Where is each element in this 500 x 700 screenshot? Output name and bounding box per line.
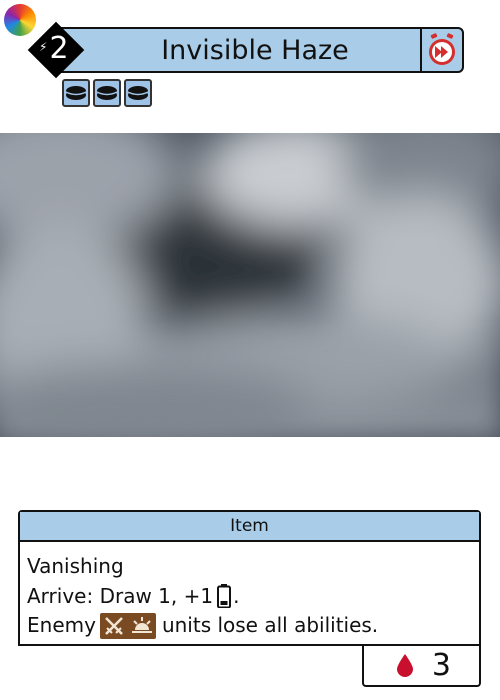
cost-value: 2	[49, 31, 69, 66]
rule-line-3: Enemy units lose all abilities.	[27, 611, 479, 641]
title-divider	[420, 29, 422, 71]
fast-forward-clock-icon[interactable]	[425, 33, 459, 67]
disc-token	[93, 79, 121, 107]
enemy-text: Enemy	[27, 613, 96, 637]
disc-icon	[127, 86, 149, 100]
rules-box: Item Vanishing Arrive: Draw 1, +1 . Enem…	[18, 510, 481, 646]
token-row	[62, 79, 152, 107]
card-title-bar: Invisible Haze	[52, 27, 464, 73]
rule-line-1: Vanishing	[27, 552, 479, 582]
footer-count: 3	[431, 647, 451, 683]
battery-icon	[217, 584, 232, 609]
rule-line-2: Arrive: Draw 1, +1 .	[27, 582, 479, 612]
trait-icons	[99, 612, 156, 639]
crossed-swords-icon	[99, 612, 128, 639]
cost-badge: ⚡ 2	[30, 24, 82, 76]
smoke-artwork	[0, 133, 500, 437]
card-art	[0, 133, 500, 437]
disc-token	[62, 79, 90, 107]
disc-icon	[96, 86, 118, 100]
arrive-text-end: .	[233, 583, 240, 608]
card-type: Item	[20, 512, 479, 542]
abilities-text: units lose all abilities.	[161, 613, 379, 637]
disc-icon	[65, 86, 87, 100]
keyword-vanishing: Vanishing	[27, 554, 124, 578]
sunrise-icon	[127, 612, 156, 639]
card-footer: 3	[362, 645, 481, 687]
arrive-text: Arrive: Draw 1, +1	[27, 583, 214, 608]
card-title: Invisible Haze	[161, 34, 349, 66]
blood-drop-icon	[396, 654, 413, 677]
disc-token	[124, 79, 152, 107]
rules-text: Vanishing Arrive: Draw 1, +1 . Enemy uni…	[20, 542, 479, 641]
